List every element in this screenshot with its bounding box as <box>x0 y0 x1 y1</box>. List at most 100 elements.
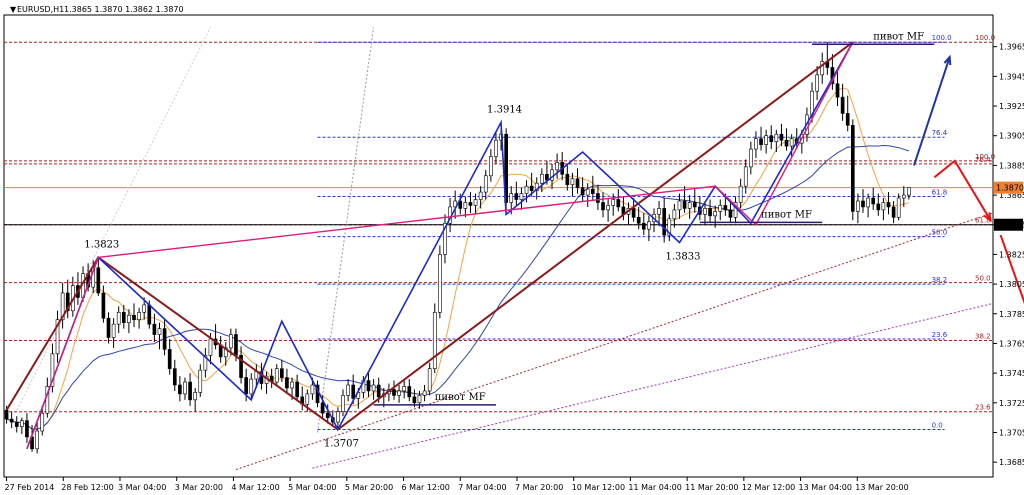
candle-body <box>728 209 733 218</box>
candle-body <box>718 205 723 212</box>
candle-body <box>376 384 381 398</box>
candle-body <box>856 200 860 212</box>
candle-body <box>565 173 570 185</box>
candle-body <box>402 386 407 392</box>
symbol-arrow-icon[interactable]: ▼ <box>10 5 17 14</box>
candle-body <box>754 138 758 150</box>
candle-body <box>172 368 177 386</box>
candle-body <box>672 209 677 220</box>
y-tick-label: 1.3905 <box>999 132 1024 141</box>
candle-body <box>596 193 600 203</box>
candle-body <box>743 166 748 187</box>
x-tick-label: 3 Mar 20:00 <box>175 483 223 492</box>
fib-red-label: 50.0 <box>975 275 991 283</box>
candle-body <box>229 334 233 349</box>
candle-body <box>147 304 152 325</box>
ohlc-header: 1.3865 1.3870 1.3862 1.3870 <box>64 5 184 14</box>
candle-body <box>570 178 575 185</box>
candle-body <box>111 323 116 338</box>
x-tick-label: 10 Mar 12:00 <box>572 483 625 492</box>
fib-blue-label: 0.0 <box>932 422 943 430</box>
candle-body <box>422 390 427 396</box>
candle-body <box>840 96 845 114</box>
pivot-label: пивот MF <box>761 209 812 220</box>
candle-body <box>310 384 315 395</box>
candle-body <box>346 384 350 396</box>
x-tick-label: 27 Feb 2014 <box>5 483 55 492</box>
candle-body <box>432 311 437 369</box>
candle-body <box>25 420 29 438</box>
candle-body <box>662 208 667 236</box>
candle-body <box>764 135 768 145</box>
candle-body <box>285 377 289 389</box>
candle-body <box>9 418 14 423</box>
candle-body <box>351 384 356 399</box>
y-tick-label: 1.3725 <box>999 399 1024 408</box>
candle-body <box>789 138 794 147</box>
marked-price-text: 1.3845 <box>996 221 1024 230</box>
candle-body <box>162 328 167 350</box>
candle-body <box>280 368 284 378</box>
candle-body <box>35 430 39 450</box>
candle-body <box>274 368 279 383</box>
candle-body <box>412 396 417 404</box>
y-tick-label: 1.3965 <box>999 43 1024 52</box>
candle-body <box>473 199 478 206</box>
candle-body <box>585 188 590 196</box>
x-tick-label: 12 Mar 12:00 <box>742 483 795 492</box>
x-tick-label: 5 Mar 20:00 <box>345 483 393 492</box>
swing-price-label: 1.3707 <box>324 439 359 450</box>
candle-body <box>478 191 483 200</box>
candle-body <box>850 125 855 212</box>
candle-body <box>249 378 254 395</box>
fib-red-label: 23.6 <box>975 404 991 412</box>
candle-body <box>901 194 906 199</box>
candle-body <box>708 208 712 217</box>
chart-title: ▼ EURUSD,H1 1.3865 1.3870 1.3862 1.3870 <box>10 5 184 14</box>
candle-body <box>774 133 779 142</box>
candle-body <box>723 205 728 211</box>
candle-body <box>137 311 141 321</box>
candle-body <box>886 202 891 208</box>
candle-body <box>907 187 911 196</box>
candle-body <box>468 202 473 206</box>
fib-blue-label: 61.8 <box>932 189 948 197</box>
candle-body <box>494 139 498 157</box>
candle-body <box>519 193 524 200</box>
x-tick-label: 6 Mar 12:00 <box>402 483 450 492</box>
candle-body <box>320 402 325 414</box>
candle-body <box>305 393 310 405</box>
candle-body <box>101 292 106 319</box>
candle-body <box>463 202 468 209</box>
candle-body <box>677 200 682 211</box>
candle-body <box>290 381 294 389</box>
candle-body <box>152 323 157 335</box>
candle-body <box>116 311 121 325</box>
y-tick-label: 1.3945 <box>999 72 1024 81</box>
candle-body <box>341 395 345 413</box>
candle-body <box>687 202 692 209</box>
x-tick-label: 11 Mar 20:00 <box>685 483 738 492</box>
candle-body <box>142 304 147 313</box>
candle-body <box>127 314 131 323</box>
candle-body <box>489 156 493 177</box>
candle-body <box>738 185 743 203</box>
current-price-text: 1.3870 <box>996 184 1024 193</box>
candle-body <box>20 420 24 427</box>
candle-body <box>193 392 198 401</box>
candle-body <box>575 178 580 188</box>
swing-price-label: 1.3823 <box>84 239 119 250</box>
x-tick-label: 28 Feb 12:00 <box>61 483 113 492</box>
candle-body <box>866 197 870 208</box>
fib-blue-label: 38.2 <box>932 276 948 284</box>
candle-body <box>524 185 529 194</box>
candle-body <box>606 205 610 211</box>
candle-body <box>881 202 886 211</box>
candle-body <box>647 221 651 230</box>
candle-body <box>514 193 519 200</box>
candle-body <box>703 208 707 215</box>
candle-body <box>14 421 19 427</box>
candle-body <box>397 390 401 396</box>
candle-body <box>759 138 763 145</box>
candle-body <box>392 389 396 396</box>
